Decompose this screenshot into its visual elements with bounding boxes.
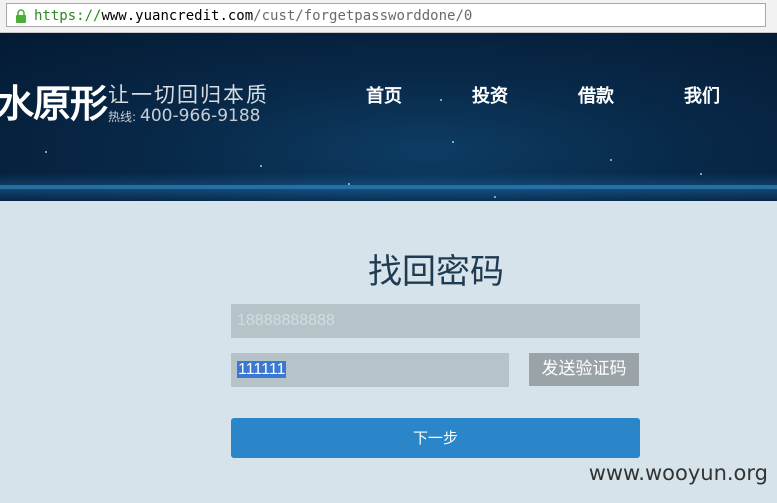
star-dot	[610, 159, 612, 161]
page-title: 找回密码	[368, 252, 504, 292]
send-code-button[interactable]: 发送验证码	[529, 353, 639, 386]
site-header: 水原形 让一切回归本质 热线: 400-966-9188 首页 投资 借款 我们	[0, 33, 777, 201]
url-path: /cust/forgetpassworddone/0	[253, 8, 473, 24]
browser-address-bar: https://www.yuancredit.com/cust/forgetpa…	[0, 0, 777, 33]
star-dot	[348, 183, 350, 185]
nav-about[interactable]: 我们	[684, 82, 720, 108]
nav-invest[interactable]: 投资	[472, 82, 508, 108]
watermark: www.wooyun.org	[588, 461, 768, 485]
site-slogan: 让一切回归本质	[108, 83, 269, 107]
hotline-number: 400-966-9188	[140, 106, 261, 126]
star-dot	[260, 165, 262, 167]
selected-code-text: 111111	[237, 361, 287, 378]
nav-home[interactable]: 首页	[366, 82, 402, 108]
url-field[interactable]: https://www.yuancredit.com/cust/forgetpa…	[6, 3, 766, 27]
url-text: https://www.yuancredit.com/cust/forgetpa…	[34, 7, 472, 25]
star-dot	[452, 141, 454, 143]
header-stripe	[0, 185, 777, 189]
url-scheme: https://	[34, 8, 102, 24]
nav-borrow[interactable]: 借款	[578, 82, 614, 108]
star-dot	[700, 173, 702, 175]
phone-input[interactable]: 18888888888	[231, 304, 640, 338]
site-logo[interactable]: 水原形	[0, 73, 108, 128]
star-dot	[45, 151, 47, 153]
verification-code-input[interactable]: 111111	[231, 353, 509, 387]
hotline-label: 热线:	[108, 110, 137, 124]
next-step-button[interactable]: 下一步	[231, 418, 640, 458]
lock-icon	[16, 9, 26, 23]
star-dot	[440, 99, 442, 101]
star-dot	[494, 196, 496, 198]
hotline: 热线: 400-966-9188	[108, 106, 260, 126]
url-host: www.yuancredit.com	[101, 8, 254, 24]
